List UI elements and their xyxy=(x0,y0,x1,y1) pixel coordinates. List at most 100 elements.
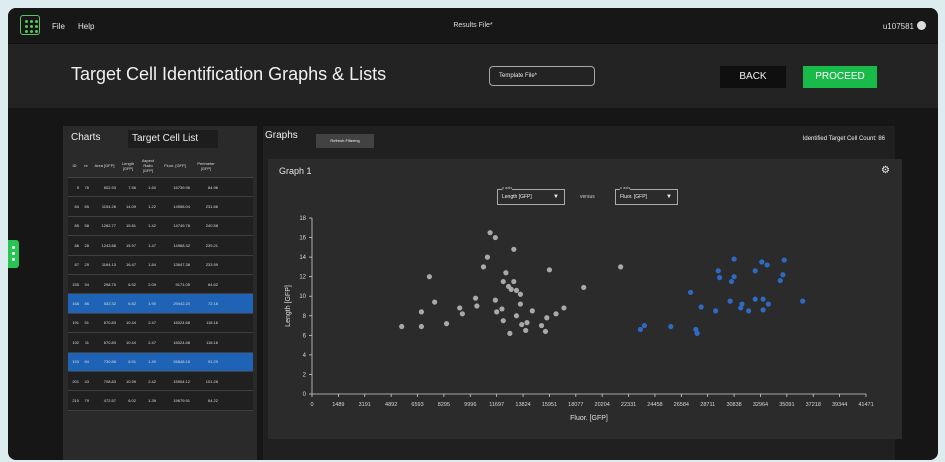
data-point-blue xyxy=(739,301,745,307)
column-header[interactable]: Length [GFP] xyxy=(118,161,138,171)
data-point-grey xyxy=(492,297,498,303)
column-header[interactable]: Area [GFP] xyxy=(91,163,118,168)
template-file-input[interactable]: Template File* xyxy=(489,66,595,86)
tab-target-cell-list[interactable]: Target Cell List xyxy=(128,130,218,148)
data-point-blue xyxy=(637,326,644,333)
table-row[interactable]: 155 54 298.75 6.92 2.09 9171.05 64.62 xyxy=(68,274,253,295)
x-axis-label: Fluor. [GFP] xyxy=(570,415,608,422)
data-point-grey xyxy=(499,306,505,312)
column-header[interactable]: Aspect Ratio [GFP] xyxy=(138,158,158,173)
table-cell: 6.02 xyxy=(128,397,136,403)
data-point-grey xyxy=(553,311,559,317)
graph-card: Graph 1 ⚙ y axis Length [GFP] ▼ versus x… xyxy=(268,159,902,439)
table-cell: 14968.42 xyxy=(173,242,190,248)
data-point-blue xyxy=(777,277,783,284)
data-point-grey xyxy=(472,295,479,301)
table-header: ID nr Area [GFP] Length [GFP] Aspect Rat… xyxy=(68,154,253,178)
column-header[interactable]: Perimeter [GFP] xyxy=(192,161,220,171)
table-cell: 168 xyxy=(72,301,79,307)
side-panel-handle[interactable] xyxy=(8,240,19,268)
data-point-blue xyxy=(698,304,704,310)
table-row[interactable]: 86 28 1243.88 15.97 1.47 14968.42 239.21 xyxy=(68,236,253,256)
table-row[interactable]: 5 76 602.93 7.56 1.60 16739.96 84.96 xyxy=(68,178,253,198)
table-row[interactable]: 87 25 1164.13 16.47 1.84 13847.38 233.59 xyxy=(68,255,253,275)
table-row[interactable]: 85 58 1282.77 15.81 1.42 14749.78 240.58 xyxy=(68,216,253,237)
data-point-grey xyxy=(581,284,587,291)
x-tick-label: 18077 xyxy=(568,402,583,408)
x-tick-label: 24458 xyxy=(647,402,662,408)
data-point-blue xyxy=(716,275,723,281)
table-cell: 10.44 xyxy=(125,320,136,326)
y-tick-label: 10 xyxy=(299,294,306,300)
x-tick-label: 1489 xyxy=(332,402,344,408)
x-tick-label: 22331 xyxy=(621,402,636,408)
table-row[interactable]: 192 11 670.83 10.44 2.47 16024.68 118.16 xyxy=(68,333,253,353)
scatter-chart: 0 2 4 6 8 10 12 14 16 18 0 1489 3191 4892 6593 8295 9996… xyxy=(285,216,874,422)
graph-title: Graph 1 xyxy=(279,166,312,176)
table-cell: 1.84 xyxy=(148,262,156,268)
table-row[interactable]: 193 84 730.58 6.91 1.40 26848.18 91.29 xyxy=(68,352,253,372)
table-cell: 15.81 xyxy=(125,223,136,229)
data-point-blue xyxy=(731,274,737,280)
table-cell: 192 xyxy=(72,339,79,345)
data-point-blue xyxy=(687,289,694,295)
table-cell: 25 xyxy=(84,262,89,268)
tab-charts[interactable]: Charts xyxy=(71,132,100,143)
data-point-blue xyxy=(641,322,647,329)
data-point-grey xyxy=(561,305,567,311)
table-cell: 1.47 xyxy=(148,242,156,248)
table-cell: 708.83 xyxy=(103,378,116,384)
table-cell: 118.16 xyxy=(206,339,218,345)
x-tick-label: 6593 xyxy=(411,402,423,408)
column-header[interactable]: ID xyxy=(68,163,81,168)
table-row[interactable]: 210 79 472.57 6.02 1.39 19679.91 64.22 xyxy=(68,391,253,411)
window-title: Results File* xyxy=(453,22,493,29)
data-point-grey xyxy=(484,254,491,260)
y-tick-label: 2 xyxy=(303,372,307,378)
data-point-blue xyxy=(727,298,733,304)
table-cell: 19679.91 xyxy=(173,397,190,403)
data-point-grey xyxy=(524,320,530,326)
data-point-blue xyxy=(746,308,752,314)
table-cell: 1.60 xyxy=(148,184,156,190)
data-point-grey xyxy=(418,323,425,330)
y-axis-select[interactable]: y axis Length [GFP] ▼ xyxy=(497,185,565,205)
user-menu[interactable]: u107581 xyxy=(883,21,926,31)
x-axis-select[interactable]: x axis Fluor. [GFP] ▼ xyxy=(615,185,678,205)
table-cell: 15904.12 xyxy=(173,378,190,384)
table-cell: 210 xyxy=(72,397,79,403)
table-row[interactable]: 191 51 670.83 10.44 2.47 16024.68 118.16 xyxy=(68,313,253,334)
data-point-grey xyxy=(544,315,550,321)
table-cell: 193 xyxy=(72,359,79,365)
x-tick-label: 0 xyxy=(310,402,313,408)
data-point-grey xyxy=(513,287,520,293)
table-cell: 155 xyxy=(72,281,79,287)
table-row[interactable]: 168 86 532.32 6.82 1.90 29442.20 72.18 xyxy=(68,294,253,314)
refresh-filtering-button[interactable]: Refresh Filtering xyxy=(316,134,374,148)
data-point-grey xyxy=(529,308,535,314)
table-cell: 231.66 xyxy=(205,204,218,210)
table-cell: 29442.20 xyxy=(173,301,190,307)
table-cell: 101.28 xyxy=(205,378,218,384)
table-cell: 118.16 xyxy=(206,320,218,326)
x-tick-label: 3191 xyxy=(359,402,371,408)
table-cell: 5 xyxy=(76,184,79,190)
y-axis-label: Length [GFP] xyxy=(285,285,292,327)
table-cell: 6.92 xyxy=(128,281,136,287)
table-cell: 1154.26 xyxy=(101,204,116,210)
proceed-button[interactable]: PROCEED xyxy=(803,66,877,88)
column-header[interactable]: nr xyxy=(81,163,91,168)
data-point-grey xyxy=(503,270,509,276)
data-point-grey xyxy=(542,328,549,335)
gear-icon[interactable]: ⚙ xyxy=(881,166,891,176)
table-row[interactable]: 201 43 708.83 10.99 2.42 15904.12 101.28 xyxy=(68,371,253,392)
column-header[interactable]: Fluor. [GFP] xyxy=(158,163,192,168)
user-icon xyxy=(917,21,926,30)
back-button[interactable]: BACK xyxy=(720,66,786,88)
table-cell: 58 xyxy=(84,223,89,229)
table-cell: 76 xyxy=(84,184,89,190)
table-row[interactable]: 84 65 1154.26 14.09 1.22 14558.04 231.66 xyxy=(68,197,253,217)
data-point-blue xyxy=(752,296,758,302)
table-cell: 13847.38 xyxy=(173,262,190,268)
table-cell: 87 xyxy=(74,262,79,268)
